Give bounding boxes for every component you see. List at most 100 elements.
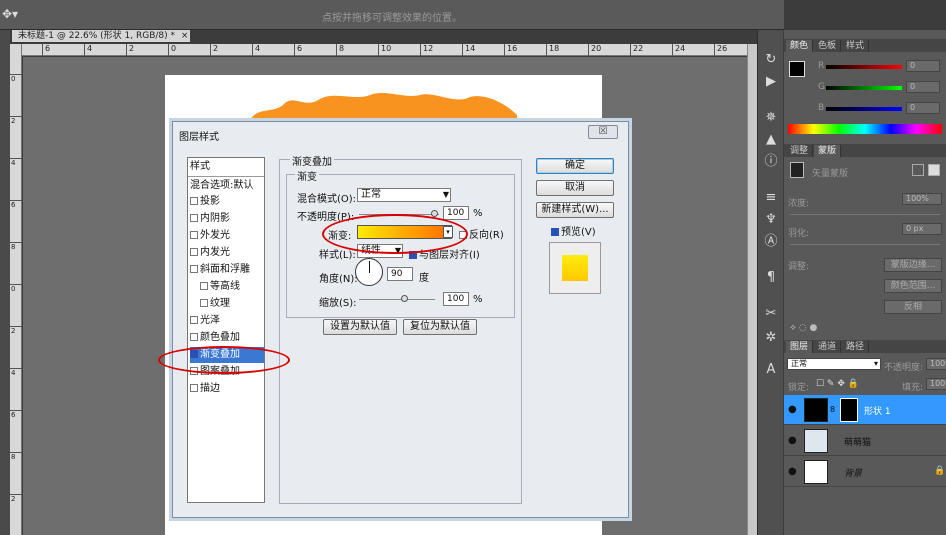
tab-adjustments[interactable]: 调整 [786,145,814,157]
g-value[interactable]: 0 [906,81,940,93]
style-item[interactable]: 斜面和浮雕 [190,262,250,278]
style-checkbox[interactable] [190,197,198,205]
style-item[interactable]: 光泽 [190,313,220,329]
density-slider[interactable] [790,214,940,215]
fill-value[interactable]: 100% [926,378,946,390]
tab-color[interactable]: 颜色 [786,40,814,52]
angle-input[interactable]: 90 [387,267,413,281]
style-item[interactable]: 描边 [190,381,220,397]
character-icon[interactable]: Ⓐ [763,234,779,250]
histogram-icon[interactable]: ▲ [763,132,779,148]
reset-default-button[interactable]: 复位为默认值 [403,319,477,335]
style-checkbox[interactable] [190,248,198,256]
layer-thumbnail [804,398,828,422]
tools-panel[interactable] [0,30,10,535]
invert-button[interactable]: 反相 [884,300,942,314]
styles-header[interactable]: 样式 [190,159,210,175]
b-value[interactable]: 0 [906,102,940,114]
opacity-input[interactable]: 100 [443,206,469,220]
ok-button[interactable]: 确定 [536,158,614,174]
feather-slider[interactable] [790,244,940,245]
style-item[interactable]: 内阴影 [190,211,230,227]
layer-opacity-value[interactable]: 100% [926,358,946,370]
layer-row[interactable]: ● 8 形状 1 [784,395,946,425]
document-tab-close-icon[interactable]: × [181,31,189,41]
blend-mode-select[interactable]: 正常 ▼ [357,188,451,202]
g-slider[interactable] [826,86,902,90]
style-item-label: 纹理 [210,298,230,309]
style-checkbox[interactable] [200,299,208,307]
layer-thumbnail [804,460,828,484]
preview-checkbox-box[interactable] [551,228,559,236]
preview-checkbox[interactable]: 预览(V) [551,223,596,238]
clone-source-icon[interactable]: ♆ [763,212,779,228]
tab-paths[interactable]: 路径 [842,341,870,353]
mask-panel-tabs: 调整 蒙版 [784,144,946,157]
ruler-tick-label: 6 [10,200,22,209]
vector-mask-icon[interactable] [928,164,940,176]
actions-icon[interactable]: ▶ [763,74,779,90]
feather-value[interactable]: 0 px [902,223,942,235]
type-icon[interactable]: A [763,362,779,378]
r-value[interactable]: 0 [906,60,940,72]
new-style-button[interactable]: 新建样式(W)... [536,202,614,218]
style-checkbox[interactable] [190,214,198,222]
style-checkbox[interactable] [190,231,198,239]
density-value[interactable]: 100% [902,193,942,205]
scale-slider-track[interactable] [359,299,435,300]
style-item[interactable]: 纹理 [200,296,230,312]
fill-label: 填充: [902,383,924,393]
eye-icon[interactable]: ● [788,466,797,477]
cancel-button[interactable]: 取消 [536,180,614,196]
tab-layers[interactable]: 图层 [786,341,814,353]
style-item[interactable]: 外发光 [190,228,230,244]
style-item[interactable]: 颜色叠加 [190,330,240,346]
paragraph-icon[interactable]: ¶ [763,270,779,286]
tab-masks[interactable]: 蒙版 [814,145,842,157]
vertical-scrollbar[interactable] [747,44,757,535]
ruler-tick-label: 26 [714,44,727,56]
tab-swatches[interactable]: 色板 [814,40,842,52]
style-item[interactable]: 投影 [190,194,220,210]
brush-presets-icon[interactable]: ≡ [763,190,779,206]
scale-slider-knob[interactable] [401,295,408,302]
3d-icon[interactable]: ✲ [763,330,779,346]
r-slider[interactable] [826,65,902,69]
mask-footer-icons[interactable]: ⟡ ◌ ● [790,323,817,333]
mask-edge-button[interactable]: 蒙版边缘... [884,258,942,272]
color-spectrum-ramp[interactable] [788,124,942,134]
scale-input[interactable]: 100 [443,292,469,306]
style-item[interactable]: 等高线 [200,279,240,295]
tab-styles[interactable]: 样式 [842,40,870,52]
history-icon[interactable]: ↻ [763,52,779,68]
style-checkbox[interactable] [200,282,208,290]
b-slider[interactable] [826,107,902,111]
close-icon[interactable]: ☒ [588,125,618,139]
set-default-button[interactable]: 设置为默认值 [323,319,397,335]
style-checkbox[interactable] [190,333,198,341]
lock-icons[interactable]: ☐ ✎ ✥ 🔒 [816,379,859,389]
ruler-tick-label: 24 [672,44,685,56]
pixel-mask-icon[interactable] [912,164,924,176]
info-icon[interactable]: ⓘ [763,154,779,170]
ruler-tick-label: 6 [10,410,22,419]
tab-channels[interactable]: 通道 [814,341,842,353]
style-checkbox[interactable] [190,265,198,273]
tool-presets-icon[interactable]: ✂ [763,306,779,322]
style-item[interactable]: 内发光 [190,245,230,261]
document-tab[interactable]: 未标题-1 @ 22.6% (形状 1, RGB/8) * × [12,30,190,42]
layer-blend-mode-select[interactable]: 正常 ▾ [787,358,881,370]
eye-icon[interactable]: ● [788,435,797,446]
link-icon: 8 [830,405,836,414]
layer-row[interactable]: ● 背景 🔒 [784,457,946,487]
layer-row[interactable]: ● 萌萌猫 [784,426,946,456]
angle-dial[interactable] [355,258,383,286]
navigator-icon[interactable]: ✵ [763,110,779,126]
color-range-button[interactable]: 颜色范围... [884,279,942,293]
style-checkbox[interactable] [190,316,198,324]
blend-options-item[interactable]: 混合选项:默认 [190,178,253,194]
style-checkbox[interactable] [190,384,198,392]
eye-icon[interactable]: ● [788,404,797,415]
foreground-color-swatch[interactable] [789,61,805,77]
layer-opacity-label: 不透明度: [884,363,924,373]
